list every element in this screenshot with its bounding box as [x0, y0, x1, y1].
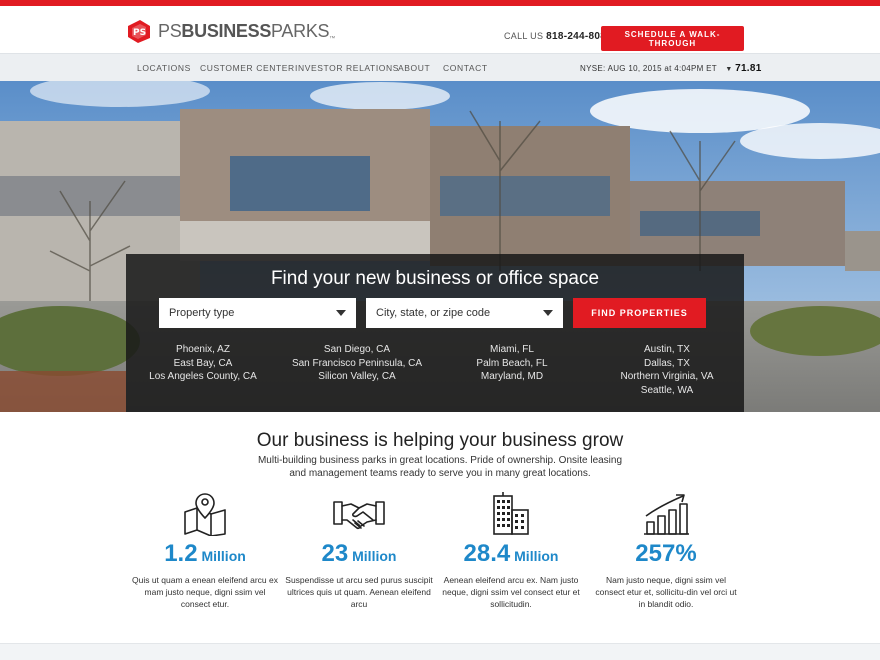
- location-link[interactable]: San Diego, CA: [282, 343, 432, 357]
- stat-description: Suspendisse ut arcu sed purus suscipit u…: [285, 575, 433, 609]
- property-type-select[interactable]: Property type: [159, 298, 356, 328]
- location-input[interactable]: City, state, or zipe code: [366, 298, 563, 328]
- buildings-icon: [493, 492, 529, 535]
- location-column-3: Miami, FL Palm Beach, FL Maryland, MD: [437, 343, 587, 384]
- location-link[interactable]: Dallas, TX: [592, 357, 742, 371]
- nav-item-locations[interactable]: LOCATIONS: [137, 63, 191, 73]
- ticker-label: NYSE: AUG 10, 2015 at 4:04PM ET: [580, 64, 717, 73]
- ticker-down-arrow-icon: ▼: [725, 66, 733, 73]
- hero-image: Find your new business or office space P…: [0, 81, 880, 412]
- stat-properties: 28.4 Million Aenean eleifend arcu ex. Na…: [436, 492, 586, 610]
- stat-unit: Million: [510, 548, 559, 564]
- site-header: PS PSBUSINESSPARKS™ CALL US 818-244-8080…: [0, 6, 880, 53]
- stat-value: 23 Million: [284, 540, 434, 568]
- chevron-down-icon: [543, 310, 553, 316]
- logo-mark-icon: PS: [128, 20, 150, 43]
- call-us: CALL US 818-244-8080: [504, 31, 612, 42]
- location-link[interactable]: Maryland, MD: [437, 370, 587, 384]
- nav-item-customer-center[interactable]: CUSTOMER CENTER: [200, 63, 295, 73]
- search-title: Find your new business or office space: [270, 268, 600, 289]
- location-link[interactable]: Los Angeles County, CA: [128, 370, 278, 384]
- stat-unit: Million: [197, 548, 246, 564]
- stat-value: 257%: [591, 540, 741, 568]
- growth-chart-icon: [644, 494, 689, 535]
- find-properties-button[interactable]: FIND PROPERTIES: [573, 298, 706, 328]
- location-link[interactable]: Palm Beach, FL: [437, 357, 587, 371]
- stat-tenants: 23 Million Suspendisse ut arcu sed purus…: [284, 492, 434, 610]
- logo-trademark: ™: [329, 35, 335, 42]
- location-link[interactable]: Northern Virginia, VA: [592, 370, 742, 384]
- location-placeholder: City, state, or zipe code: [376, 307, 491, 319]
- stat-number: 23: [321, 540, 349, 567]
- intro-subtitle: Multi-building business parks in great l…: [257, 455, 623, 479]
- call-label: CALL US: [504, 31, 544, 41]
- logo-text: PSBUSINESSPARKS™: [158, 21, 335, 42]
- stat-description: Aenean eleifend arcu ex. Nam justo neque…: [442, 575, 580, 609]
- stat-description: Quis ut quam a enean eleifend arcu ex ma…: [131, 575, 278, 609]
- location-column-4: Austin, TX Dallas, TX Northern Virginia,…: [592, 343, 742, 397]
- location-link[interactable]: Phoenix, AZ: [128, 343, 278, 357]
- stat-number: 28.4: [463, 540, 511, 567]
- stat-number: 1.2: [164, 540, 198, 567]
- logo-text-ps: PS: [158, 20, 182, 41]
- stat-growth: 257% Nam justo neque, digni ssim vel con…: [591, 492, 741, 610]
- stock-ticker: NYSE: AUG 10, 2015 at 4:04PM ET ▼ 71.81: [580, 63, 762, 74]
- map-pin-icon: [184, 493, 226, 536]
- location-link[interactable]: East Bay, CA: [128, 357, 278, 371]
- nav-item-investor-relations[interactable]: INVESTOR RELATIONS: [295, 63, 399, 73]
- location-column-1: Phoenix, AZ East Bay, CA Los Angeles Cou…: [128, 343, 278, 384]
- location-link[interactable]: Austin, TX: [592, 343, 742, 357]
- logo[interactable]: PS PSBUSINESSPARKS™: [126, 17, 335, 45]
- ticker-price: 71.81: [735, 63, 762, 74]
- location-link[interactable]: Silicon Valley, CA: [282, 370, 432, 384]
- intro-title: Our business is helping your business gr…: [256, 430, 624, 451]
- stat-value: 28.4 Million: [436, 540, 586, 568]
- logo-text-business: BUSINESS: [181, 20, 272, 41]
- stat-number: 257%: [635, 540, 697, 567]
- property-type-placeholder: Property type: [169, 307, 235, 319]
- stat-description: Nam justo neque, digni ssim vel consect …: [595, 575, 737, 609]
- search-panel: Find your new business or office space P…: [126, 254, 744, 412]
- chevron-down-icon: [336, 310, 346, 316]
- location-link[interactable]: Seattle, WA: [592, 384, 742, 398]
- stat-unit: Million: [348, 548, 397, 564]
- schedule-walkthrough-button[interactable]: SCHEDULE A WALK-THROUGH: [601, 26, 744, 51]
- nav-item-contact[interactable]: CONTACT: [443, 63, 488, 73]
- stat-value: 1.2 Million: [130, 540, 280, 568]
- main-nav: LOCATIONS CUSTOMER CENTER INVESTOR RELAT…: [0, 53, 880, 81]
- footer-strip: [0, 643, 880, 660]
- handshake-icon: [333, 501, 385, 530]
- location-link[interactable]: Miami, FL: [437, 343, 587, 357]
- svg-text:PS: PS: [133, 28, 146, 38]
- nav-item-about[interactable]: ABOUT: [398, 63, 430, 73]
- logo-text-parks: PARKS: [271, 20, 330, 41]
- location-link[interactable]: San Francisco Peninsula, CA: [282, 357, 432, 371]
- location-column-2: San Diego, CA San Francisco Peninsula, C…: [282, 343, 432, 384]
- stat-square-feet: 1.2 Million Quis ut quam a enean eleifen…: [130, 492, 280, 610]
